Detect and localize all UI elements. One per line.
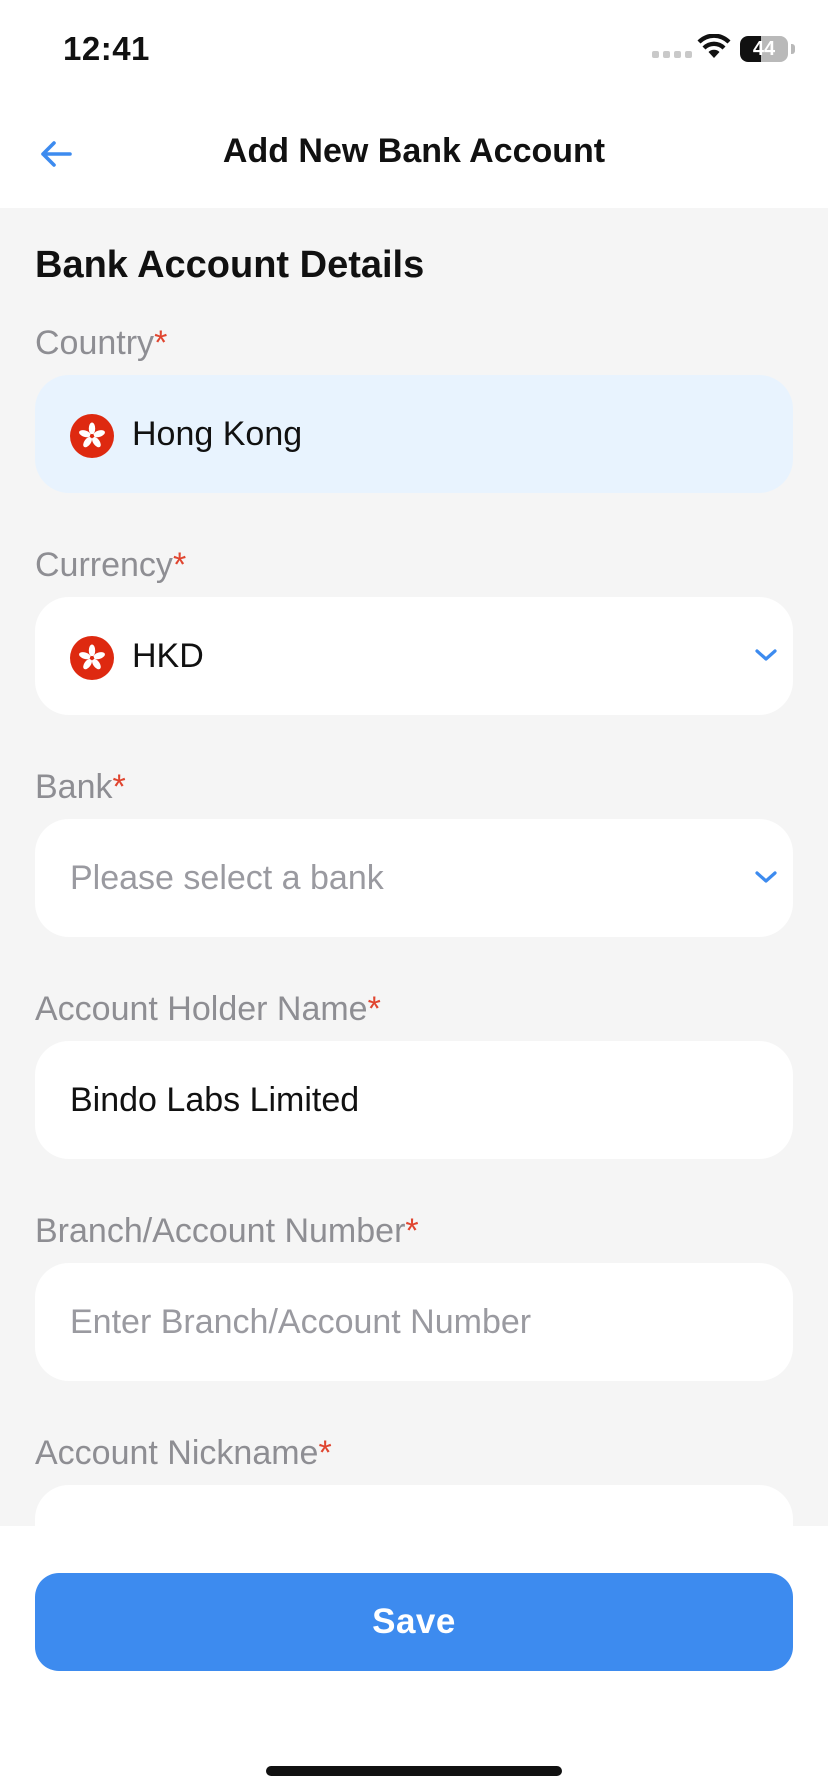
required-marker: *	[405, 1212, 419, 1250]
battery-percent: 44	[752, 38, 776, 60]
country-value: Hong Kong	[132, 415, 303, 453]
nickname-label-text: Account Nickname	[35, 1434, 319, 1472]
chevron-down-icon[interactable]	[753, 867, 779, 887]
wifi-icon	[697, 34, 731, 58]
branch-account-label: Branch/Account Number*	[35, 1212, 419, 1251]
navigation-bar: Add New Bank Account	[0, 100, 828, 208]
account-holder-label-text: Account Holder Name	[35, 990, 368, 1028]
currency-value: HKD	[132, 637, 204, 675]
bank-label-text: Bank	[35, 768, 113, 806]
nickname-field[interactable]	[35, 1485, 793, 1526]
currency-label: Currency*	[35, 546, 186, 585]
branch-account-label-text: Branch/Account Number	[35, 1212, 406, 1250]
currency-select[interactable]: HKD	[35, 597, 793, 715]
required-marker: *	[367, 990, 381, 1028]
branch-account-input[interactable]	[70, 1263, 750, 1381]
country-field: Hong Kong	[35, 375, 793, 493]
required-marker: *	[318, 1434, 332, 1472]
account-holder-field[interactable]	[35, 1041, 793, 1159]
bank-placeholder: Please select a bank	[70, 859, 384, 897]
battery-icon: 44	[740, 36, 788, 62]
account-holder-label: Account Holder Name*	[35, 990, 381, 1029]
branch-account-field[interactable]	[35, 1263, 793, 1381]
bank-select[interactable]: Please select a bank	[35, 819, 793, 937]
nickname-label: Account Nickname*	[35, 1434, 332, 1473]
required-marker: *	[112, 768, 126, 806]
required-marker: *	[154, 324, 168, 362]
page-title: Add New Bank Account	[222, 132, 606, 170]
account-holder-input[interactable]	[70, 1041, 750, 1159]
country-label: Country*	[35, 324, 167, 363]
country-label-text: Country	[35, 324, 155, 362]
chevron-down-icon[interactable]	[753, 645, 779, 665]
required-marker: *	[172, 546, 187, 584]
status-bar: 12:41 44	[0, 0, 828, 100]
hong-kong-flag-icon	[70, 636, 114, 680]
currency-label-text: Currency	[35, 546, 173, 584]
status-time: 12:41	[63, 30, 150, 67]
cellular-signal-icon	[652, 51, 692, 58]
form-content[interactable]: Bank Account Details Country* Hong Kong …	[0, 208, 828, 1526]
home-indicator	[266, 1766, 562, 1776]
section-title: Bank Account Details	[35, 244, 425, 286]
hong-kong-flag-icon	[70, 414, 114, 458]
bottom-action-bar: Save	[0, 1526, 828, 1792]
bank-label: Bank*	[35, 768, 126, 807]
nickname-input[interactable]	[70, 1485, 750, 1526]
battery-cap	[791, 44, 795, 54]
save-button[interactable]: Save	[35, 1573, 793, 1671]
